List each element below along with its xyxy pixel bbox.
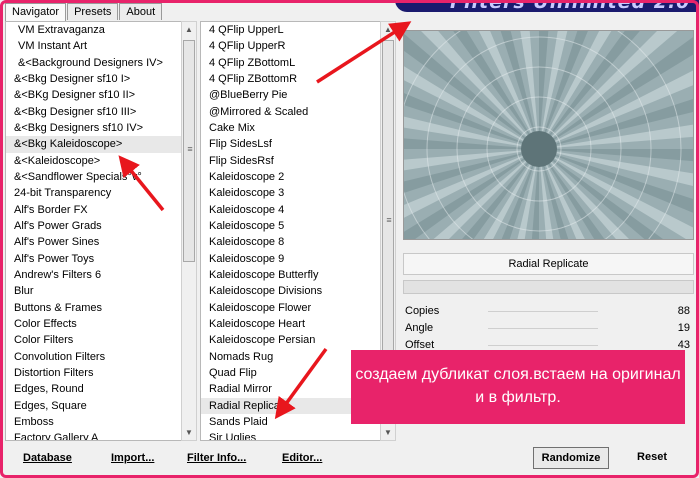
scroll-down-icon[interactable]: ▼ [381,426,395,440]
category-item[interactable]: &<Bkg Kaleidoscope> [6,136,181,153]
category-item[interactable]: &<BKg Designer sf10 II> [6,87,181,103]
category-item[interactable]: Distortion Filters [6,365,181,381]
param-slider[interactable] [488,311,598,312]
category-item[interactable]: Convolution Filters [6,349,181,365]
reset-button[interactable]: Reset [618,447,686,469]
randomize-button[interactable]: Randomize [533,447,609,469]
grip-icon: ≡ [187,144,193,154]
category-item[interactable]: Buttons & Frames [6,300,181,316]
filter-item[interactable]: @BlueBerry Pie [201,87,380,103]
filter-item[interactable]: 4 QFlip UpperL [201,22,380,38]
category-item[interactable]: Edges, Square [6,398,181,414]
instruction-callout: создаем дубликат слоя.встаем на оригинал… [351,350,685,424]
category-item[interactable]: Andrew's Filters 6 [6,267,181,283]
filter-item[interactable]: Kaleidoscope Persian [201,332,380,348]
filter-item[interactable]: 4 QFlip ZBottomL [201,55,380,71]
bottom-toolbar: Database Import... Filter Info... Editor… [5,444,390,472]
editor-button[interactable]: Editor... [282,452,322,464]
param-value: 19 [677,322,690,334]
database-button[interactable]: Database [23,452,72,464]
category-scrollbar[interactable]: ▲ ≡ ▼ [181,21,197,441]
param-slider[interactable] [488,345,598,346]
scroll-thumb[interactable]: ≡ [183,40,195,262]
filter-item[interactable]: Kaleidoscope Heart [201,316,380,332]
category-item[interactable]: &<Background Designers IV> [6,55,181,71]
category-item[interactable]: &<Bkg Designers sf10 IV> [6,120,181,136]
filter-item[interactable]: Kaleidoscope 9 [201,251,380,267]
scroll-down-icon[interactable]: ▼ [182,426,196,440]
filter-item[interactable]: Kaleidoscope 2 [201,169,380,185]
category-item[interactable]: &<Bkg Designer sf10 I> [6,71,181,87]
app-title-banner: Filters Unlimited 2.0 [395,0,699,12]
tab-presets[interactable]: Presets [67,3,119,20]
param-slider[interactable] [488,328,598,329]
filter-item[interactable]: Flip SidesLsf [201,136,380,152]
filter-item[interactable]: Flip SidesRsf [201,153,380,169]
filter-item[interactable]: @Mirrored & Scaled [201,104,380,120]
category-item[interactable]: &<Sandflower Specials°v° [6,169,181,185]
category-item[interactable]: Alf's Power Toys [6,251,181,267]
filter-info-button[interactable]: Filter Info... [187,452,246,464]
import-button[interactable]: Import... [111,452,154,464]
filter-item[interactable]: Kaleidoscope 4 [201,202,380,218]
preview-image [403,30,694,240]
app-title: Filters Unlimited 2.0 [450,0,691,12]
param-label: Copies [405,305,440,317]
preview-caption: Radial Replicate [403,253,694,275]
filter-item[interactable]: 4 QFlip ZBottomR [201,71,380,87]
filter-item[interactable]: Kaleidoscope Divisions [201,283,380,299]
category-item[interactable]: &<Kaleidoscope> [6,153,181,169]
category-item[interactable]: &<Bkg Designer sf10 III> [6,104,181,120]
category-item[interactable]: Color Filters [6,332,181,348]
tab-about[interactable]: About [119,3,163,20]
param-label: Angle [405,322,434,334]
param-value: 88 [677,305,690,317]
filter-item[interactable]: Kaleidoscope 3 [201,185,380,201]
param-angle[interactable]: Angle 19 [403,320,694,337]
category-item[interactable]: Factory Gallery A [6,430,181,440]
filter-item[interactable]: Kaleidoscope Butterfly [201,267,380,283]
category-item[interactable]: Edges, Round [6,381,181,397]
category-item[interactable]: Alf's Border FX [6,202,181,218]
category-item[interactable]: Emboss [6,414,181,430]
scroll-up-icon[interactable]: ▲ [182,23,196,37]
filter-item[interactable]: Kaleidoscope Flower [201,300,380,316]
filter-item[interactable]: Kaleidoscope 8 [201,234,380,250]
category-item[interactable]: Color Effects [6,316,181,332]
category-item[interactable]: VM Instant Art [6,38,181,54]
progress-bar [403,280,694,294]
param-copies[interactable]: Copies 88 [403,303,694,320]
filter-item[interactable]: Sir Uglies [201,430,380,440]
category-item[interactable]: Blur [6,283,181,299]
category-item[interactable]: VM Extravaganza [6,22,181,38]
category-item[interactable]: Alf's Power Sines [6,234,181,250]
category-item[interactable]: Alf's Power Grads [6,218,181,234]
category-item[interactable]: 24-bit Transparency [6,185,181,201]
tab-bar: Navigator Presets About [5,3,163,21]
tab-navigator[interactable]: Navigator [5,3,67,21]
filter-item[interactable]: Kaleidoscope 5 [201,218,380,234]
scroll-up-icon[interactable]: ▲ [381,23,395,37]
kaleidoscope-preview [404,31,693,239]
filter-item[interactable]: 4 QFlip UpperR [201,38,380,54]
filter-item[interactable]: Cake Mix [201,120,380,136]
grip-icon: ≡ [386,215,392,225]
category-list[interactable]: VM Extravaganza VM Instant Art &<Backgroun… [5,21,182,441]
